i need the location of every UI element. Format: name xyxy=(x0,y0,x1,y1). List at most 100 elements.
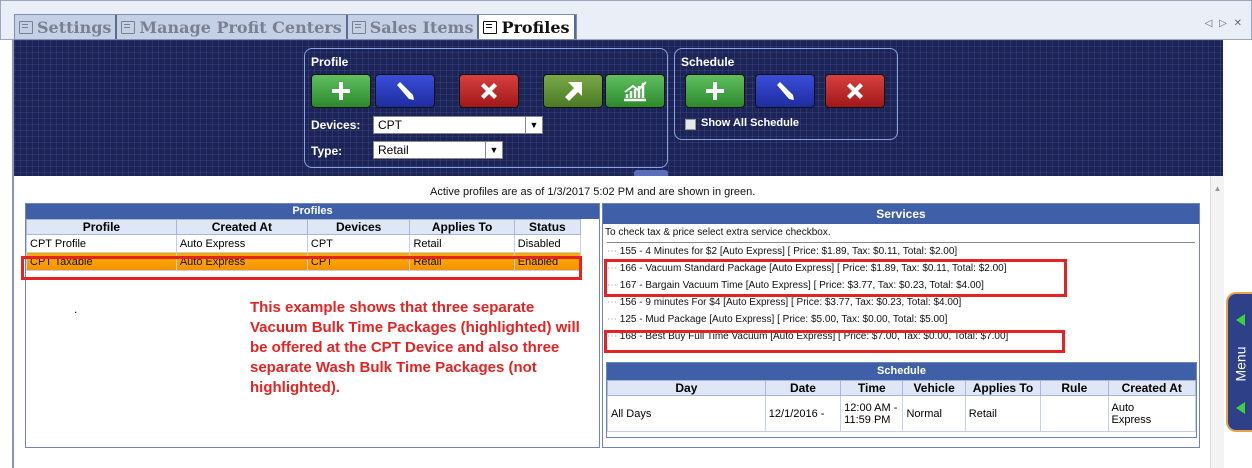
applies-to-cell: Retail xyxy=(409,234,515,253)
close-icon xyxy=(481,83,497,99)
tab-settings[interactable]: Settings xyxy=(15,15,118,39)
tab-manage-profit-centers[interactable]: Manage Profit Centers xyxy=(117,15,348,39)
tab-strip: Settings Manage Profit Centers Sales Ite… xyxy=(14,14,577,40)
services-hint: To check tax & price select extra servic… xyxy=(605,227,831,238)
column-header[interactable]: Applies To xyxy=(409,219,515,235)
window-icon xyxy=(19,20,33,34)
add-profile-button[interactable] xyxy=(311,74,371,108)
vehicle-cell: Normal xyxy=(902,395,966,432)
devices-label: Devices: xyxy=(311,118,361,132)
collapse-handle[interactable] xyxy=(634,170,668,176)
column-header[interactable]: Status xyxy=(513,219,582,235)
created-at-cell: Auto Express xyxy=(1107,395,1196,432)
created-at-cell: Auto Express xyxy=(175,234,308,253)
column-header[interactable]: Profile xyxy=(26,219,177,235)
profiles-header: Profiles xyxy=(26,204,599,219)
tab-label: Settings xyxy=(37,17,112,37)
chevron-down-icon: ▼ xyxy=(525,117,542,133)
toolbar: Profile Devices: CPT ▼ Type: Retail ▼ Sc… xyxy=(12,40,1223,176)
add-schedule-button[interactable] xyxy=(685,74,745,108)
service-item[interactable]: ⋯ 155 - 4 Minutes for $2 [Auto Express] … xyxy=(607,243,1195,260)
dot-mark: . xyxy=(74,302,78,316)
type-label: Type: xyxy=(311,144,343,158)
schedule-group-title: Schedule xyxy=(681,55,735,69)
tab-label: Manage Profit Centers xyxy=(139,17,342,37)
devices-select[interactable]: CPT ▼ xyxy=(373,116,543,134)
profile-cell: CPT Profile xyxy=(26,234,177,253)
plus-icon xyxy=(332,82,350,100)
table-row[interactable]: CPT Profile Auto Express CPT Retail Disa… xyxy=(26,234,582,253)
active-profiles-notice: Active profiles are as of 1/3/2017 5:02 … xyxy=(430,186,756,198)
day-cell: All Days xyxy=(607,395,766,432)
service-text: 156 - 9 minutes For $4 [Auto Express] [ … xyxy=(619,297,962,308)
tab-profiles[interactable]: Profiles xyxy=(479,15,576,39)
plus-icon xyxy=(706,82,724,100)
tab-label: Sales Items xyxy=(369,17,474,37)
services-header: Services xyxy=(603,204,1199,224)
pencil-icon xyxy=(397,82,414,100)
window-icon xyxy=(121,20,136,34)
column-header[interactable]: Applies To xyxy=(964,380,1042,396)
window-controls[interactable]: ◁ ▷ ✕ xyxy=(1205,18,1244,29)
applies-to-cell: Retail xyxy=(964,395,1042,432)
schedule-group: Schedule Show All Schedule xyxy=(674,48,898,140)
delete-schedule-button[interactable] xyxy=(825,74,885,108)
devices-cell: CPT xyxy=(306,234,411,253)
column-header[interactable]: Time xyxy=(840,380,904,396)
highlight-box xyxy=(21,256,582,280)
type-select-value: Retail xyxy=(378,143,409,157)
service-text: 125 - Mud Package [Auto Express] [ Price… xyxy=(619,314,948,325)
table-row[interactable]: All Days 12/1/2016 - 12:00 AM -11:59 PM … xyxy=(607,395,1196,432)
left-rail xyxy=(12,176,22,468)
date-cell: 12/1/2016 - xyxy=(764,395,842,432)
column-header[interactable]: Vehicle xyxy=(902,380,966,396)
profile-group-title: Profile xyxy=(311,55,349,69)
show-all-schedule-checkbox[interactable] xyxy=(685,119,696,130)
column-header[interactable]: Day xyxy=(607,380,766,396)
schedule-header: Schedule xyxy=(607,363,1196,380)
scroll-up-icon[interactable]: ▲ xyxy=(1211,184,1224,193)
column-header[interactable]: Devices xyxy=(306,219,411,235)
show-all-schedule-label: Show All Schedule xyxy=(701,117,799,129)
annotation-text: This example shows that three separate V… xyxy=(250,299,580,396)
vertical-scrollbar[interactable]: ▲ xyxy=(1210,176,1224,468)
created-at-line: Auto xyxy=(1111,401,1135,414)
time-start: 12:00 AM - xyxy=(844,401,898,414)
time-end: 11:59 PM xyxy=(844,413,891,426)
service-item[interactable]: ⋯ 125 - Mud Package [Auto Express] [ Pri… xyxy=(607,311,1195,328)
schedule-panel: Schedule Day Date Time Vehicle Applies T… xyxy=(606,362,1197,438)
column-header[interactable]: Created At xyxy=(1107,380,1196,396)
devices-select-value: CPT xyxy=(378,118,402,132)
schedule-header-row: Day Date Time Vehicle Applies To Rule Cr… xyxy=(607,380,1196,396)
time-cell: 12:00 AM -11:59 PM xyxy=(840,395,904,432)
highlight-box xyxy=(604,330,1065,353)
profiles-header-row: Profile Created At Devices Applies To St… xyxy=(26,219,582,235)
column-header[interactable]: Date xyxy=(764,380,842,396)
pencil-icon xyxy=(777,82,794,100)
activate-profile-button[interactable] xyxy=(543,74,603,108)
menu-tab[interactable]: Menu xyxy=(1226,292,1252,432)
tab-sales-items[interactable]: Sales Items xyxy=(348,15,480,39)
rule-cell xyxy=(1040,395,1109,432)
menu-label: Menu xyxy=(1232,346,1249,382)
column-header[interactable]: Created At xyxy=(175,219,308,235)
highlight-box xyxy=(604,259,1067,297)
window-icon xyxy=(483,20,498,34)
edit-profile-button[interactable] xyxy=(375,74,435,108)
type-select[interactable]: Retail ▼ xyxy=(373,141,503,159)
profile-group: Profile Devices: CPT ▼ Type: Retail ▼ xyxy=(304,48,668,168)
expand-left-icon[interactable] xyxy=(1236,402,1245,414)
created-at-line: Express xyxy=(1111,413,1152,426)
chart-icon xyxy=(624,81,647,102)
chevron-down-icon: ▼ xyxy=(485,142,502,158)
edit-schedule-button[interactable] xyxy=(755,74,815,108)
delete-profile-button[interactable] xyxy=(459,74,519,108)
status-cell: Disabled xyxy=(513,234,582,253)
schedule-table: Day Date Time Vehicle Applies To Rule Cr… xyxy=(607,380,1196,432)
expand-left-icon[interactable] xyxy=(1236,314,1245,326)
close-icon xyxy=(847,83,863,99)
service-text: 155 - 4 Minutes for $2 [Auto Express] [ … xyxy=(619,246,958,257)
column-header[interactable]: Rule xyxy=(1040,380,1109,396)
arrow-up-right-icon xyxy=(565,82,582,101)
profile-report-button[interactable] xyxy=(605,74,665,108)
